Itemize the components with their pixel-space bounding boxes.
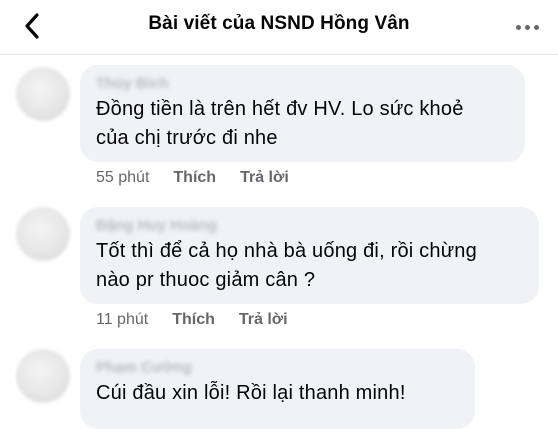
comment-text-line: Đồng tiền là trên hết đv HV. Lo sức khoẻ [96, 98, 464, 120]
comment-text: Cúi đầu xin lỗi! Rồi lại thanh minh! [96, 379, 459, 408]
comment-author[interactable]: Thùy Bích [96, 75, 509, 93]
comment-text: Tốt thì để cả họ nhà bà uống đi, rồi chừ… [96, 237, 523, 295]
more-horizontal-icon [515, 24, 521, 30]
reply-button[interactable]: Trả lời [239, 311, 288, 329]
comment-text-line: của chị trước đi nhe [96, 127, 278, 149]
comment-bubble[interactable]: Đặng Huy Hoàng Tốt thì để cả họ nhà bà u… [80, 207, 539, 304]
avatar[interactable] [16, 207, 70, 261]
comment-bubble[interactable]: Thùy Bích Đồng tiền là trên hết đv HV. L… [80, 65, 525, 162]
more-dot [533, 24, 539, 30]
comment-time: 55 phút [96, 169, 150, 186]
avatar[interactable] [16, 349, 70, 403]
comment-list: Thùy Bích Đồng tiền là trên hết đv HV. L… [0, 55, 558, 429]
comment-text: Đồng tiền là trên hết đv HV. Lo sức khoẻ… [96, 95, 509, 153]
comment-bubble[interactable]: Phạm Cường Cúi đầu xin lỗi! Rồi lại than… [80, 349, 475, 429]
comment-text-line: nào pr thuoc giảm cân ? [96, 269, 316, 291]
comment-author[interactable]: Phạm Cường [96, 359, 459, 377]
comment-meta: 55 phút Thích Trả lời [96, 169, 313, 187]
comment-text-line: Tốt thì để cả họ nhà bà uống đi, rồi chừ… [96, 240, 477, 262]
avatar[interactable] [16, 67, 70, 121]
more-dot [524, 24, 530, 30]
like-button[interactable]: Thích [173, 169, 216, 187]
comment-author[interactable]: Đặng Huy Hoàng [96, 217, 523, 235]
comment-meta: 11 phút Thích Trả lời [96, 311, 312, 329]
reply-button[interactable]: Trả lời [240, 169, 289, 187]
page-title: Bài viết của NSND Hồng Vân [148, 13, 410, 34]
top-bar: Bài viết của NSND Hồng Vân [0, 0, 558, 55]
comment-time: 11 phút [96, 311, 149, 328]
comment-text-line: Cúi đầu xin lỗi! Rồi lại thanh minh! [96, 382, 406, 404]
more-options-button[interactable] [510, 12, 544, 42]
like-button[interactable]: Thích [172, 311, 215, 329]
